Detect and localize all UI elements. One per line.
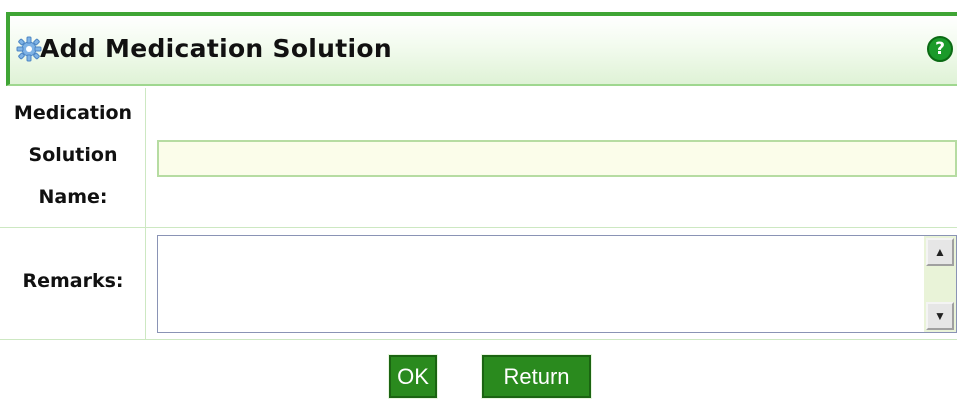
remarks-scrollbar[interactable]: ▲ ▼: [924, 236, 956, 332]
dialog-title: Add Medication Solution: [40, 34, 392, 63]
name-label-cell: Medication Solution Name:: [0, 88, 146, 227]
remarks-row: Remarks: ▲ ▼: [0, 228, 957, 340]
remarks-field: ▲ ▼: [157, 235, 957, 333]
gear-icon: [16, 36, 42, 62]
remarks-label: Remarks:: [22, 270, 124, 292]
help-icon[interactable]: ?: [927, 36, 953, 62]
scroll-up-button[interactable]: ▲: [926, 238, 954, 266]
dialog-titlebar: Add Medication Solution ?: [6, 12, 957, 86]
medication-solution-name-row: Medication Solution Name:: [0, 88, 957, 228]
ok-button[interactable]: OK: [388, 354, 438, 399]
name-label-line-1: Medication: [13, 102, 133, 124]
name-label-line-3: Name:: [38, 186, 108, 208]
add-medication-solution-dialog: Add Medication Solution ? Medication Sol…: [0, 0, 957, 405]
medication-solution-name-label: Medication Solution Name:: [0, 98, 146, 224]
name-label-line-2: Solution: [28, 144, 118, 166]
return-button[interactable]: Return: [481, 354, 592, 399]
medication-solution-name-input[interactable]: [157, 140, 957, 177]
scroll-down-button[interactable]: ▼: [926, 302, 954, 330]
remarks-textarea[interactable]: [158, 236, 924, 332]
remarks-label-cell: Remarks:: [0, 228, 146, 339]
